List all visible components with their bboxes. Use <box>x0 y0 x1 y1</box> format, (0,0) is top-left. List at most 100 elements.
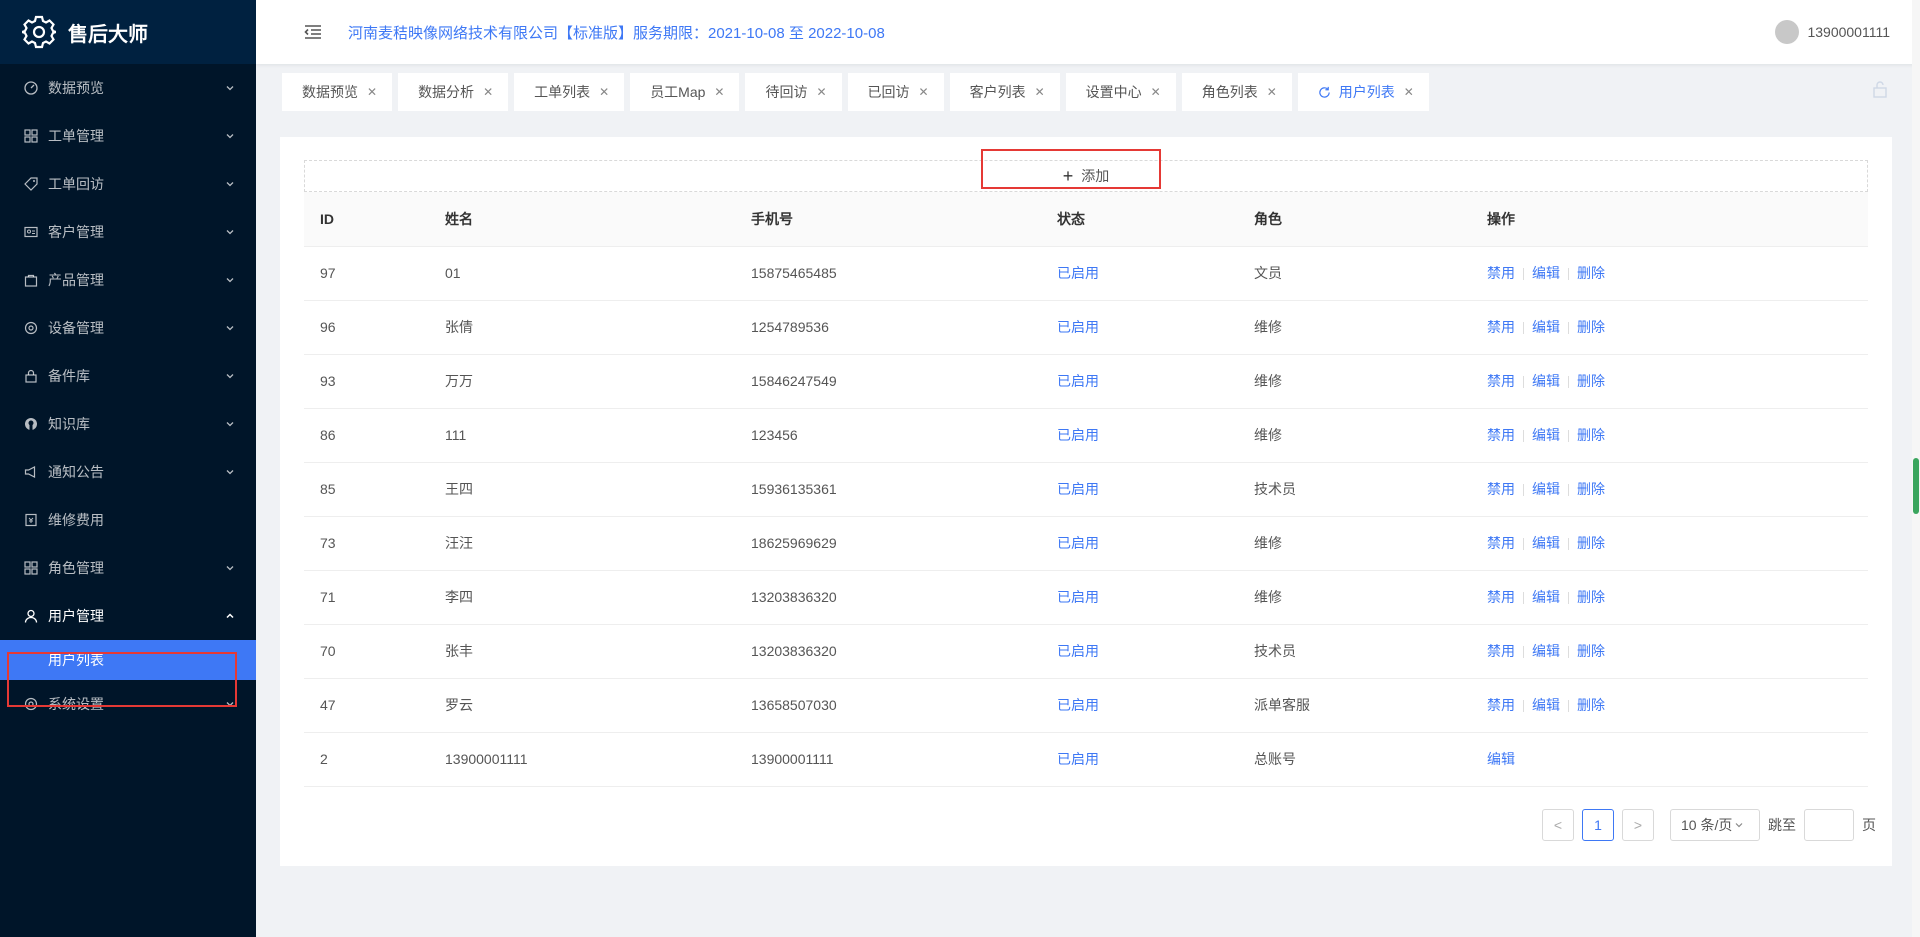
cell-role: 维修 <box>1238 516 1471 571</box>
cell-phone: 13658507030 <box>735 678 1041 733</box>
chevron-down-icon <box>226 86 234 91</box>
cell-phone: 15875465485 <box>735 246 1041 301</box>
sidebar-item-devices[interactable]: 设备管理 <box>0 304 256 352</box>
logo[interactable]: 售后大师 <box>0 0 256 64</box>
close-icon[interactable]: ✕ <box>1267 85 1277 99</box>
close-icon[interactable]: ✕ <box>1151 85 1161 99</box>
edit-link[interactable]: 编辑 <box>1532 481 1560 497</box>
action-divider <box>1568 592 1569 605</box>
disable-link[interactable]: 禁用 <box>1487 265 1515 281</box>
page-size-select[interactable]: 10 条/页 <box>1670 809 1760 841</box>
avatar <box>1775 20 1800 44</box>
page-scrollbar[interactable] <box>1912 0 1920 937</box>
sidebar-item-fees[interactable]: 维修费用 <box>0 496 256 544</box>
disable-link[interactable]: 禁用 <box>1487 373 1515 389</box>
user-menu[interactable]: 13900001111 <box>1775 20 1890 44</box>
disable-link[interactable]: 禁用 <box>1487 427 1515 443</box>
add-user-button[interactable]: + 添加 <box>304 160 1868 192</box>
close-icon[interactable]: ✕ <box>367 85 377 99</box>
sidebar-item-parts[interactable]: 备件库 <box>0 352 256 400</box>
jump-page-input[interactable] <box>1804 809 1854 841</box>
disable-link[interactable]: 禁用 <box>1487 319 1515 335</box>
close-icon[interactable]: ✕ <box>919 85 929 99</box>
sidebar-item-knowledge[interactable]: 知识库 <box>0 400 256 448</box>
sidebar-item-roles[interactable]: 角色管理 <box>0 544 256 592</box>
sidebar: 售后大师 数据预览 工单管理 工单回访 客户管理 产品管理 设备管理 备件库 知… <box>0 0 256 937</box>
action-divider <box>1568 322 1569 335</box>
shopping-bag-icon <box>24 274 38 287</box>
chevron-down-icon <box>226 702 234 707</box>
delete-link[interactable]: 删除 <box>1577 427 1605 443</box>
sidebar-item-products[interactable]: 产品管理 <box>0 256 256 304</box>
delete-link[interactable]: 删除 <box>1577 589 1605 605</box>
page-1-button[interactable]: 1 <box>1582 809 1614 841</box>
sidebar-item-notices[interactable]: 通知公告 <box>0 448 256 496</box>
tab-data-analysis[interactable]: 数据分析 ✕ <box>398 73 509 111</box>
edit-link[interactable]: 编辑 <box>1532 535 1560 551</box>
sidebar-item-users[interactable]: 用户管理 <box>0 592 256 640</box>
tab-order-list[interactable]: 工单列表 ✕ <box>514 73 625 111</box>
id-card-icon <box>24 226 38 238</box>
sidebar-item-label: 用户管理 <box>48 608 104 624</box>
menu-fold-icon[interactable] <box>304 24 322 40</box>
edit-link[interactable]: 编辑 <box>1532 427 1560 443</box>
disable-link[interactable]: 禁用 <box>1487 643 1515 659</box>
action-divider <box>1523 700 1524 713</box>
table-row: 70 张丰 13203836320 已启用 技术员 禁用 编辑 删除 <box>304 624 1868 679</box>
cell-id: 96 <box>304 300 429 355</box>
next-page-button[interactable]: > <box>1622 809 1654 841</box>
delete-link[interactable]: 删除 <box>1577 697 1605 713</box>
edit-link[interactable]: 编辑 <box>1532 697 1560 713</box>
sidebar-item-dashboard[interactable]: 数据预览 <box>0 64 256 112</box>
tab-data-preview[interactable]: 数据预览 ✕ <box>282 73 393 111</box>
sidebar-item-orders[interactable]: 工单管理 <box>0 112 256 160</box>
close-icon[interactable]: ✕ <box>1035 85 1045 99</box>
tab-pending-revisit[interactable]: 待回访 ✕ <box>745 73 842 111</box>
sidebar-item-system[interactable]: 系统设置 <box>0 680 256 728</box>
tab-revisited[interactable]: 已回访 ✕ <box>847 73 944 111</box>
tab-settings-center[interactable]: 设置中心 ✕ <box>1065 73 1176 111</box>
tab-customer-list[interactable]: 客户列表 ✕ <box>949 73 1060 111</box>
action-divider <box>1568 484 1569 497</box>
cell-actions: 编辑 <box>1471 732 1868 787</box>
prev-page-button[interactable]: < <box>1542 809 1574 841</box>
sidebar-item-customers[interactable]: 客户管理 <box>0 208 256 256</box>
edit-link[interactable]: 编辑 <box>1532 373 1560 389</box>
cell-role: 维修 <box>1238 354 1471 409</box>
tab-user-list[interactable]: 用户列表 ✕ <box>1297 73 1429 111</box>
edit-link[interactable]: 编辑 <box>1532 319 1560 335</box>
delete-link[interactable]: 删除 <box>1577 319 1605 335</box>
scrollbar-thumb[interactable] <box>1913 458 1919 514</box>
disable-link[interactable]: 禁用 <box>1487 589 1515 605</box>
cell-actions: 禁用 编辑 删除 <box>1471 678 1868 733</box>
disable-link[interactable]: 禁用 <box>1487 481 1515 497</box>
action-divider <box>1568 646 1569 659</box>
delete-link[interactable]: 删除 <box>1577 643 1605 659</box>
disable-link[interactable]: 禁用 <box>1487 697 1515 713</box>
sidebar-subitem-user-list[interactable]: 用户列表 <box>0 640 256 680</box>
action-divider <box>1523 430 1524 443</box>
delete-link[interactable]: 删除 <box>1577 373 1605 389</box>
lock-icon[interactable] <box>1872 80 1888 98</box>
cell-actions: 禁用 编辑 删除 <box>1471 246 1868 301</box>
refresh-icon[interactable] <box>1318 86 1331 99</box>
close-icon[interactable]: ✕ <box>714 85 724 99</box>
close-icon[interactable]: ✕ <box>483 85 493 99</box>
delete-link[interactable]: 删除 <box>1577 265 1605 281</box>
tab-staff-map[interactable]: 员工Map ✕ <box>630 73 740 111</box>
close-icon[interactable]: ✕ <box>1404 85 1414 99</box>
edit-link[interactable]: 编辑 <box>1532 265 1560 281</box>
delete-link[interactable]: 删除 <box>1577 535 1605 551</box>
delete-link[interactable]: 删除 <box>1577 481 1605 497</box>
close-icon[interactable]: ✕ <box>599 85 609 99</box>
close-icon[interactable]: ✕ <box>816 85 826 99</box>
edit-link[interactable]: 编辑 <box>1532 643 1560 659</box>
disable-link[interactable]: 禁用 <box>1487 535 1515 551</box>
edit-link[interactable]: 编辑 <box>1487 751 1515 767</box>
edit-link[interactable]: 编辑 <box>1532 589 1560 605</box>
cell-role: 总账号 <box>1238 732 1471 787</box>
tab-role-list[interactable]: 角色列表 ✕ <box>1181 73 1292 111</box>
sidebar-item-revisit[interactable]: 工单回访 <box>0 160 256 208</box>
cell-role: 维修 <box>1238 570 1471 625</box>
action-divider <box>1523 592 1524 605</box>
